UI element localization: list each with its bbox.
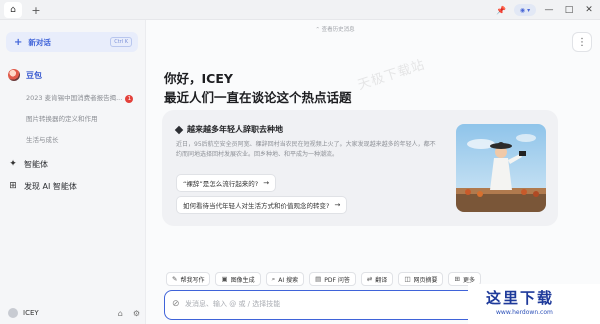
- conversation-item[interactable]: 生活与成长: [26, 134, 59, 144]
- home-tab[interactable]: ⌂: [4, 2, 22, 18]
- card-description: 近日，95后航空安全员阿宽、稞辞回村当农民在短视频上火了。大家发现越来越多的年轻…: [176, 141, 436, 158]
- pin-icon[interactable]: 📌: [494, 6, 508, 15]
- shortcut-hint: Ctrl K: [110, 37, 132, 47]
- tool-write-button[interactable]: ✎ 帮我写作: [166, 272, 211, 286]
- plus-icon: +: [31, 3, 41, 17]
- gear-icon[interactable]: ⚙: [133, 309, 140, 318]
- more-options-button[interactable]: ⋮: [572, 32, 592, 52]
- tool-label: AI 搜索: [278, 276, 299, 284]
- write-icon: ✎: [172, 275, 178, 283]
- sidebar-item-label: 智能体: [24, 159, 48, 169]
- pdf-icon: ▤: [315, 275, 322, 283]
- sidebar-item-label: 发现 AI 智能体: [24, 181, 77, 191]
- site-logo-text: 这里下载: [486, 289, 555, 307]
- tool-label: 更多: [462, 276, 475, 284]
- user-name: ICEY: [23, 309, 39, 317]
- tool-search-button[interactable]: ⌕ AI 搜索: [265, 272, 305, 286]
- image-icon: ▣: [221, 275, 228, 283]
- bot-avatar: [8, 69, 20, 81]
- main-area: ⌃ 查看历史消息 ⋮ 天极下载站 你好，ICEY 最近人们一直在谈论这个热点话题…: [146, 20, 600, 324]
- arrow-right-icon: →: [334, 201, 341, 209]
- search-icon: ⌕: [271, 274, 276, 283]
- sidebar: + 新对话 Ctrl K 豆包 2023 麦肯锡中国消费者报告揭... 1 图片转…: [0, 20, 146, 324]
- suggested-question[interactable]: 如何看待当代年轻人对生活方式和价值观念的转变? →: [176, 196, 348, 214]
- suggested-question[interactable]: “裸辞”是怎么流行起来的? →: [176, 174, 277, 192]
- tool-label: 帮我写作: [180, 276, 205, 284]
- hot-topic-card: 越来越多年轻人辞职去种地 近日，95后航空安全员阿宽、稞辞回村当农民在短视频上火…: [162, 110, 558, 226]
- skill-toolbar: ✎ 帮我写作 ▣ 图像生成 ⌕ AI 搜索 ▤ PDF 问答 ⇄ 翻译 ◫ 网页摘要 ⊞ 更多: [166, 272, 481, 286]
- site-logo: 这里下载 www.herdown.com: [468, 284, 600, 324]
- message-input-box[interactable]: ⊘: [164, 290, 486, 320]
- message-input[interactable]: [185, 300, 475, 308]
- avatar: [8, 308, 18, 318]
- card-title[interactable]: 越来越多年轻人辞职去种地: [174, 124, 283, 135]
- new-chat-button[interactable]: + 新对话 Ctrl K: [6, 32, 138, 52]
- tool-label: 翻译: [375, 276, 388, 284]
- tool-web-summary-button[interactable]: ◫ 网页摘要: [398, 272, 444, 286]
- topic-photo[interactable]: [456, 124, 546, 212]
- maximize-button[interactable]: □: [562, 5, 576, 15]
- bot-name: 豆包: [26, 70, 42, 80]
- agent-icon: ✦: [9, 159, 17, 169]
- more-icon: ⋮: [577, 36, 587, 48]
- greeting-title: 你好，ICEY: [164, 71, 233, 86]
- tool-translate-button[interactable]: ⇄ 翻译: [360, 272, 394, 286]
- unread-badge: 1: [125, 95, 134, 103]
- question-text: 如何看待当代年轻人对生活方式和价值观念的转变?: [183, 202, 330, 210]
- conversation-title: 2023 麦肯锡中国消费者报告揭...: [26, 94, 123, 102]
- account-icon: ◉: [519, 6, 526, 14]
- tool-image-button[interactable]: ▣ 图像生成: [215, 272, 261, 286]
- card-title-text: 越来越多年轻人辞职去种地: [187, 125, 283, 134]
- history-link[interactable]: ⌃ 查看历史消息: [146, 25, 524, 33]
- conversation-item[interactable]: 图片转换器的定义和作用: [26, 113, 98, 123]
- home-icon: ⌂: [10, 5, 16, 15]
- sidebar-item-agents[interactable]: ✦ 智能体: [8, 157, 48, 171]
- new-chat-label: 新对话: [28, 37, 51, 47]
- user-profile[interactable]: ICEY ⌂ ⚙: [8, 306, 140, 320]
- discover-icon: ⊞: [9, 181, 17, 191]
- tool-label: PDF 问答: [324, 276, 350, 284]
- history-hint: 查看历史消息: [321, 27, 355, 33]
- account-switcher[interactable]: ◉ ▾: [514, 4, 536, 16]
- close-button[interactable]: ✕: [582, 5, 596, 15]
- translate-icon: ⇄: [366, 275, 373, 283]
- watermark: 天极下载站: [356, 57, 428, 94]
- conversation-title: 图片转换器的定义和作用: [26, 115, 98, 123]
- grid-icon: ⊞: [454, 275, 460, 283]
- web-icon: ◫: [404, 275, 411, 283]
- question-text: “裸辞”是怎么流行起来的?: [183, 180, 259, 188]
- tool-label: 网页摘要: [413, 276, 438, 284]
- attachment-icon[interactable]: ⊘: [172, 299, 180, 309]
- new-tab-button[interactable]: +: [28, 2, 44, 18]
- tool-pdf-button[interactable]: ▤ PDF 问答: [309, 272, 356, 286]
- tab-strip: ⌂ + 📌 ◉ ▾ — □ ✕: [0, 0, 600, 20]
- home-icon[interactable]: ⌂: [118, 309, 123, 318]
- chevron-down-icon: ▾: [527, 6, 531, 14]
- window-controls: 📌 ◉ ▾ — □ ✕: [494, 2, 596, 18]
- conversation-item[interactable]: 2023 麦肯锡中国消费者报告揭... 1: [26, 92, 134, 103]
- minimize-button[interactable]: —: [542, 5, 556, 15]
- sidebar-item-discover[interactable]: ⊞ 发现 AI 智能体: [8, 179, 77, 193]
- diamond-icon: [174, 125, 184, 134]
- site-logo-url: www.herdown.com: [496, 309, 553, 316]
- greeting-subtitle: 最近人们一直在谈论这个热点话题: [164, 90, 352, 105]
- conversation-title: 生活与成长: [26, 136, 59, 144]
- bot-doubao[interactable]: 豆包: [8, 68, 42, 82]
- tool-label: 图像生成: [230, 276, 255, 284]
- plus-icon: +: [14, 36, 23, 48]
- arrow-right-icon: →: [263, 179, 270, 187]
